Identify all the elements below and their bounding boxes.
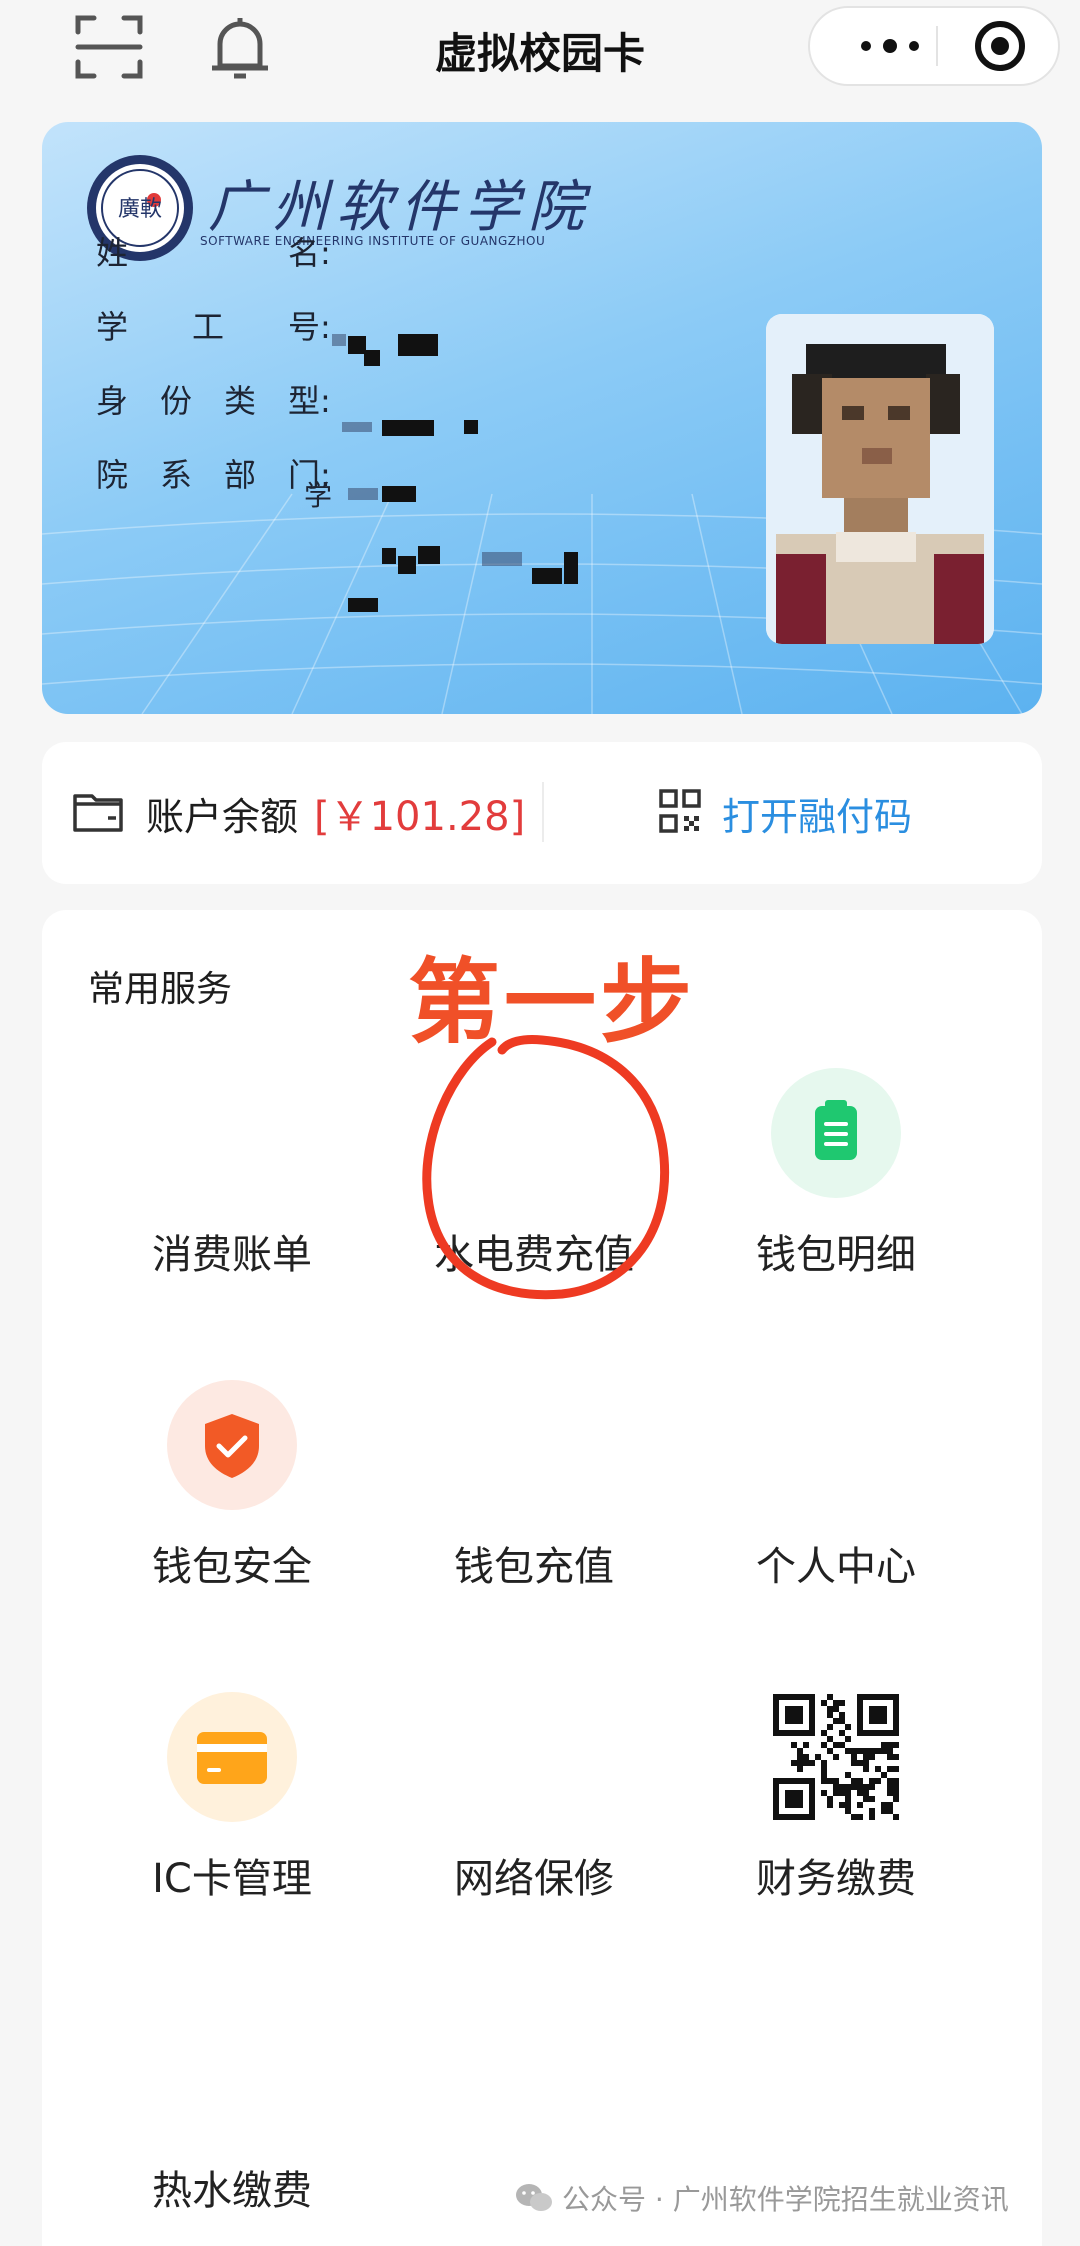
balance-label: 账户余额 [146,795,299,839]
service-icon-placeholder [469,1692,599,1822]
service-wallet-security[interactable]: 钱包安全 [82,1380,382,1592]
top-bar: 虚拟校园卡 [0,0,1080,100]
service-label: 消费账单 [152,1232,312,1278]
more-icon[interactable] [846,8,936,84]
service-label: 钱包充值 [454,1544,614,1590]
field-id: 学工号: [96,302,340,352]
service-ic-card[interactable]: IC卡管理 [82,1692,382,1904]
service-icon-placeholder [167,2004,297,2134]
pay-code-icon[interactable] [658,788,702,834]
open-pay-code-button[interactable]: 打开融付码 [722,786,912,841]
balance-divider [542,782,544,842]
shield-check-icon [167,1380,297,1510]
wallet-icon [73,794,123,832]
field-colon: : [320,382,331,420]
field-label: 身份类型 [96,382,320,420]
student-photo [766,314,994,644]
service-network-repair[interactable]: 网络保修 [384,1692,684,1904]
service-label: 热水缴费 [152,2168,312,2214]
service-icon-placeholder [771,1380,901,1510]
capsule-divider [936,26,938,66]
service-icon-placeholder [167,1068,297,1198]
annotation-circle [422,1035,670,1300]
service-label: 钱包明细 [756,1232,916,1278]
field-name: 姓名: [96,228,340,278]
field-colon: : [320,234,331,272]
balance-amount: [￥101.28] [314,794,526,840]
service-icon-placeholder [469,1380,599,1510]
field-label: 学工号 [96,308,320,346]
card-icon [167,1692,297,1822]
service-finance-payment[interactable]: 财务缴费 [686,1692,986,1904]
service-label: 财务缴费 [756,1856,916,1902]
watermark-text: 公众号 · 广州软件学院招生就业资讯 [562,2183,1009,2216]
service-hot-water[interactable]: 热水缴费 [82,2004,382,2216]
service-label: 个人中心 [756,1544,916,1590]
campus-card: 廣軟 广州软件学院 SOFTWARE ENGINEERING INSTITUTE… [42,122,1042,714]
field-dept-partial: 学 [304,479,333,512]
service-label: 钱包安全 [152,1544,312,1590]
service-label: 网络保修 [454,1856,614,1902]
service-wallet-recharge[interactable]: 钱包充值 [384,1380,684,1592]
close-miniprogram-icon[interactable] [970,16,1030,76]
qr-code-icon [771,1692,901,1822]
services-title: 常用服务 [88,969,233,1010]
field-label: 姓名 [96,234,320,272]
wechat-icon [516,2184,552,2211]
service-personal-center[interactable]: 个人中心 [686,1380,986,1592]
service-label: IC卡管理 [152,1856,312,1902]
service-wallet-details[interactable]: 钱包明细 [686,1068,986,1280]
clipboard-icon [771,1068,901,1198]
mini-program-capsule [808,6,1060,86]
field-label: 院系部门 [96,456,320,494]
field-type: 身份类型: [96,376,340,426]
service-consumption-bill[interactable]: 消费账单 [82,1068,382,1280]
balance-bar: 账户余额 [￥101.28] 打开融付码 [42,742,1042,884]
seal-text: 廣軟 [118,197,162,222]
